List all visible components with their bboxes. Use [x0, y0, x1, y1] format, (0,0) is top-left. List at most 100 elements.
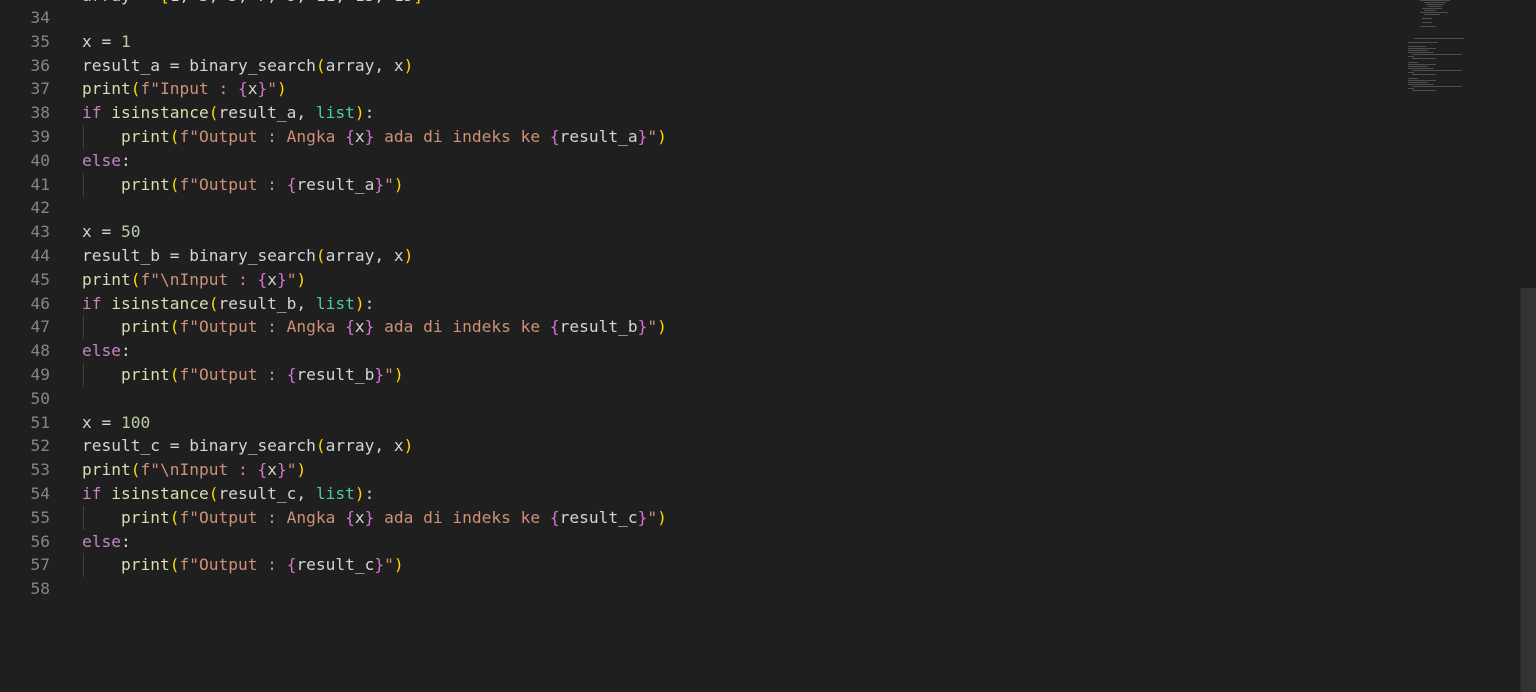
code-token: {	[549, 317, 560, 337]
code-text: print(f"Output : {result_c}")	[82, 553, 404, 577]
code-line[interactable]: 51 x = 100	[0, 411, 1400, 435]
code-text: print(f"\nInput : {x}")	[82, 458, 306, 482]
code-line[interactable]: 53 print(f"\nInput : {x}")	[0, 458, 1400, 482]
code-token: if	[82, 103, 102, 123]
code-line[interactable]: 37 print(f"Input : {x}")	[0, 77, 1400, 101]
code-token: x	[267, 269, 277, 289]
code-token: f	[140, 269, 151, 289]
code-token: "Output : Angka	[189, 317, 346, 337]
code-token: }	[637, 127, 648, 146]
code-token: 100	[121, 412, 151, 432]
code-line[interactable]: 52 result_c = binary_search(array, x)	[0, 434, 1400, 458]
code-line[interactable]: 42	[0, 196, 1400, 220]
code-text: print(f"Output : {result_b}")	[82, 363, 404, 387]
code-line[interactable]: 44 result_b = binary_search(array, x)	[0, 244, 1400, 268]
code-token: "	[286, 269, 297, 289]
code-token: x	[82, 31, 92, 51]
line-number: 48	[30, 341, 51, 361]
code-text: print(f"Output : Angka {x} ada di indeks…	[82, 125, 667, 149]
code-token: f	[179, 365, 190, 384]
code-text: if isinstance(result_b, list):	[82, 292, 374, 316]
code-token: (	[169, 365, 180, 384]
code-line[interactable]: 45 print(f"\nInput : {x}")	[0, 268, 1400, 292]
code-text: print(f"Input : {x}")	[82, 77, 287, 101]
code-line[interactable]: 58	[0, 577, 1400, 601]
code-text: result_a = binary_search(array, x)	[82, 54, 413, 78]
code-line[interactable]: 48 else:	[0, 339, 1400, 363]
line-number: 41	[30, 174, 51, 194]
line-number: 55	[30, 507, 51, 527]
code-token: ,	[296, 484, 316, 503]
code-token: ,	[374, 246, 394, 265]
code-token: {	[345, 127, 355, 146]
code-line[interactable]: 54 if isinstance(result_c, list):	[0, 482, 1400, 506]
scrollbar-thumb[interactable]	[1520, 288, 1536, 692]
code-line[interactable]: 40 else:	[0, 149, 1400, 173]
indent-guide	[83, 553, 84, 578]
code-token: {	[345, 507, 355, 527]
code-token: :	[364, 293, 375, 313]
code-token: isinstance	[101, 293, 209, 313]
code-token: x	[393, 246, 404, 265]
code-line[interactable]: 57 print(f"Output : {result_c}")	[0, 553, 1400, 578]
code-token: (	[169, 507, 180, 527]
code-line[interactable]: 50	[0, 387, 1400, 411]
code-token: list	[315, 484, 355, 503]
code-token: x	[393, 436, 404, 456]
code-token: print	[82, 269, 131, 289]
code-token: )	[657, 127, 667, 146]
code-token: ,	[296, 293, 316, 313]
code-token: result_c	[559, 507, 638, 527]
code-token: =	[91, 31, 121, 51]
code-line[interactable]: 49 print(f"Output : {result_b}")	[0, 363, 1400, 387]
code-line[interactable]: 56 else:	[0, 530, 1400, 554]
code-token: ada di indeks ke	[374, 507, 550, 527]
line-number: 39	[30, 127, 51, 146]
code-token: array	[325, 436, 375, 456]
code-token: "Input :	[150, 79, 238, 99]
code-editor[interactable]: array = [1, 3, 5, 7, 9, 11, 13, 15] 3435…	[0, 0, 1536, 692]
indent-guide	[83, 125, 84, 149]
code-line[interactable]: 35 x = 1	[0, 30, 1400, 54]
code-text: if isinstance(result_a, list):	[82, 101, 374, 125]
code-token: f	[179, 317, 190, 337]
code-token: print	[82, 79, 131, 99]
code-token: )	[393, 555, 404, 575]
code-token: )	[403, 55, 414, 75]
code-line[interactable]: 34	[0, 6, 1400, 30]
minimap[interactable]	[1400, 0, 1520, 100]
code-token: }	[276, 269, 287, 289]
code-text: x = 50	[82, 220, 141, 244]
code-line[interactable]: 36 result_a = binary_search(array, x)	[0, 54, 1400, 78]
code-token: "Output : Angka	[189, 127, 346, 146]
code-token: x	[82, 222, 92, 242]
code-token: {	[257, 269, 268, 289]
code-token: )	[393, 365, 404, 384]
code-line[interactable]: 55 print(f"Output : Angka {x} ada di ind…	[0, 505, 1400, 530]
line-number: 57	[30, 555, 51, 575]
code-token: }	[374, 555, 385, 575]
code-token: x	[354, 127, 365, 146]
code-token: {	[549, 507, 560, 527]
code-token: x	[82, 412, 92, 432]
code-token: f	[179, 127, 190, 146]
code-token: f	[179, 555, 190, 575]
code-token: ,	[296, 103, 316, 123]
code-line[interactable]: 41 print(f"Output : {result_a}")	[0, 172, 1400, 197]
code-line[interactable]: 46 if isinstance(result_b, list):	[0, 292, 1400, 316]
code-token: "\nInput :	[150, 460, 258, 480]
code-line[interactable]: 39 print(f"Output : Angka {x} ada di ind…	[0, 125, 1400, 149]
code-token: ada di indeks ke	[374, 317, 550, 337]
code-token: result_a	[296, 174, 375, 194]
code-token: list	[315, 103, 355, 123]
line-number: 46	[30, 293, 51, 313]
code-token: if	[82, 484, 102, 503]
code-line[interactable]: 47 print(f"Output : Angka {x} ada di ind…	[0, 315, 1400, 340]
code-line[interactable]: 43 x = 50	[0, 220, 1400, 244]
indent-guide	[83, 363, 84, 387]
code-token: isinstance	[101, 484, 209, 503]
code-token: f	[140, 79, 151, 99]
code-line[interactable]: 38 if isinstance(result_a, list):	[0, 101, 1400, 125]
